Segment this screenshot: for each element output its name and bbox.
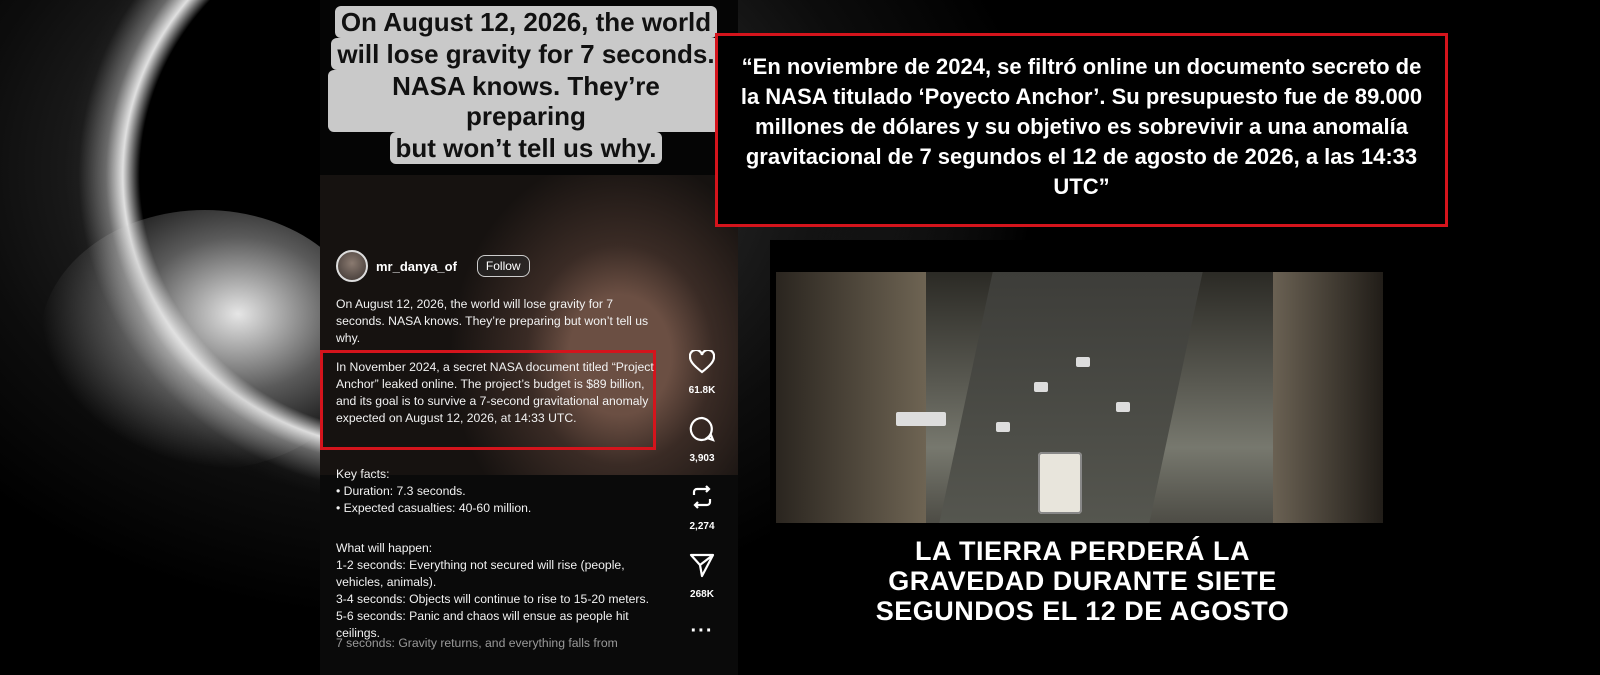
avatar[interactable] bbox=[336, 250, 368, 282]
news-caption: LA TIERRA PERDERÁ LA GRAVEDAD DURANTE SI… bbox=[770, 536, 1395, 626]
key-facts: Key facts: • Duration: 7.3 seconds. • Ex… bbox=[336, 466, 656, 517]
comment-button[interactable]: 3,903 bbox=[680, 416, 724, 466]
faded-text: 7 seconds: Gravity returns, and everythi… bbox=[336, 636, 618, 650]
action-bar: 61.8K 3,903 2,274 268K ··· bbox=[680, 350, 724, 643]
key-fact: • Expected casualties: 40-60 million. bbox=[336, 501, 532, 515]
car bbox=[896, 412, 946, 426]
repost-icon bbox=[692, 485, 712, 509]
car bbox=[996, 422, 1010, 432]
share-button[interactable]: 268K bbox=[680, 552, 724, 602]
more-options-icon[interactable]: ··· bbox=[680, 620, 724, 643]
happen-item: 1-2 seconds: Everything not secured will… bbox=[336, 558, 625, 589]
overlay-line: NASA knows. They’re preparing bbox=[328, 70, 724, 132]
key-facts-title: Key facts: bbox=[336, 467, 390, 481]
post-intro-text: On August 12, 2026, the world will lose … bbox=[336, 297, 649, 345]
bus bbox=[1038, 452, 1082, 514]
news-caption-line: SEGUNDOS EL 12 DE AGOSTO bbox=[875, 596, 1290, 626]
username[interactable]: mr_danya_of bbox=[376, 259, 457, 274]
post-intro: On August 12, 2026, the world will lose … bbox=[336, 296, 656, 347]
happen-item: 3-4 seconds: Objects will continue to ri… bbox=[336, 592, 649, 606]
share-count: 268K bbox=[690, 589, 714, 600]
heart-icon bbox=[689, 350, 715, 374]
car bbox=[1116, 402, 1130, 412]
quote-text: “En noviembre de 2024, se filtró online … bbox=[740, 54, 1423, 199]
send-icon bbox=[689, 553, 715, 578]
post-highlighted: In November 2024, a secret NASA document… bbox=[336, 359, 656, 427]
comment-count: 3,903 bbox=[689, 453, 715, 464]
video-caption-overlay: On August 12, 2026, the world will lose … bbox=[328, 6, 724, 164]
repost-count: 2,274 bbox=[689, 521, 715, 532]
car bbox=[1076, 357, 1090, 367]
news-caption-line: GRAVEDAD DURANTE SIETE bbox=[888, 566, 1277, 596]
building-right bbox=[1273, 272, 1383, 523]
happen-title: What will happen: bbox=[336, 541, 433, 555]
key-fact: • Duration: 7.3 seconds. bbox=[336, 484, 466, 498]
street-photo bbox=[776, 272, 1383, 523]
what-will-happen: What will happen: 1-2 seconds: Everythin… bbox=[336, 540, 656, 642]
spanish-quote-box: “En noviembre de 2024, se filtró online … bbox=[715, 33, 1448, 227]
overlay-line: On August 12, 2026, the world bbox=[334, 6, 718, 38]
overlay-line: but won’t tell us why. bbox=[389, 132, 663, 164]
news-caption-line: LA TIERRA PERDERÁ LA bbox=[914, 536, 1250, 566]
car bbox=[1034, 382, 1048, 392]
repost-button[interactable]: 2,274 bbox=[680, 484, 724, 534]
post-author: mr_danya_of Follow bbox=[336, 250, 530, 282]
comment-icon bbox=[689, 416, 715, 442]
building-left bbox=[776, 272, 926, 523]
like-count: 61.8K bbox=[688, 385, 716, 396]
news-image: LA TIERRA PERDERÁ LA GRAVEDAD DURANTE SI… bbox=[770, 240, 1395, 643]
overlay-line: will lose gravity for 7 seconds. bbox=[331, 38, 721, 70]
follow-button[interactable]: Follow bbox=[476, 255, 530, 277]
social-post-screenshot: On August 12, 2026, the world will lose … bbox=[320, 0, 738, 675]
post-highlighted-text: In November 2024, a secret NASA document… bbox=[336, 360, 654, 425]
like-button[interactable]: 61.8K bbox=[680, 350, 724, 398]
